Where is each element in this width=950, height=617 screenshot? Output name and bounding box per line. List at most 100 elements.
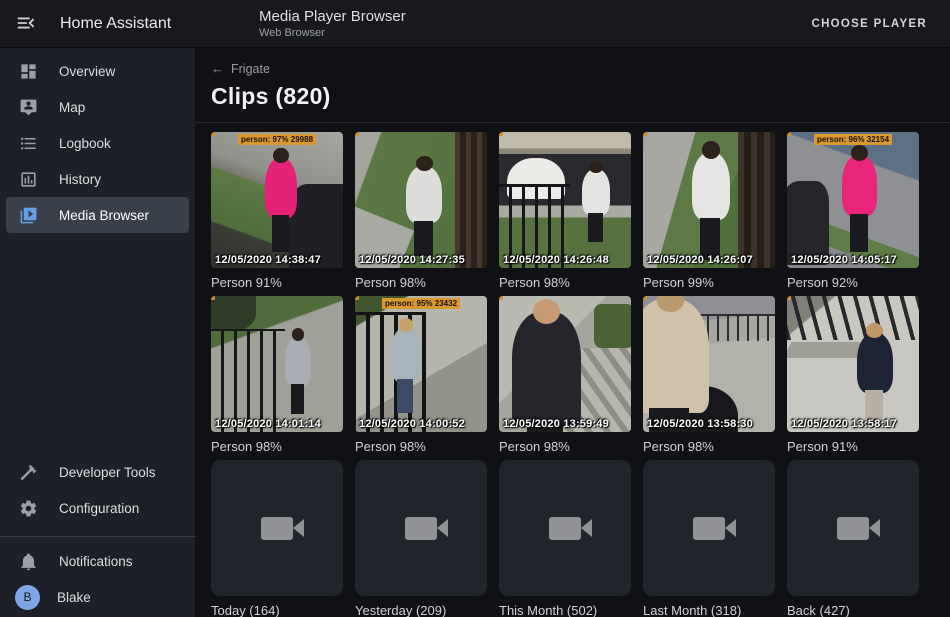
folder-thumbnail — [211, 460, 343, 596]
sidebar-item-profile[interactable]: B Blake — [6, 579, 189, 615]
clip-caption: Person 98% — [499, 275, 631, 290]
clip-caption: Person 92% — [787, 275, 919, 290]
clip-card[interactable]: person: 97% 29988 12/05/2020 14:38:47 Pe… — [211, 132, 343, 290]
sidebar-item-label: Media Browser — [59, 208, 149, 223]
sidebar-item-history[interactable]: History — [6, 161, 189, 197]
clip-thumbnail: person: 95% 23432 12/05/2020 14:00:52 — [355, 296, 487, 432]
sidebar-item-label: Notifications — [59, 554, 133, 569]
clip-scene — [643, 296, 775, 432]
clip-scene — [355, 296, 487, 432]
play-box-multiple-icon — [16, 203, 40, 227]
clip-thumbnail: 12/05/2020 13:59:49 — [499, 296, 631, 432]
page-title: Clips (820) — [211, 83, 934, 110]
clip-scene — [211, 296, 343, 432]
folder-card[interactable]: Back (427) — [787, 460, 919, 617]
hammer-icon — [16, 460, 40, 484]
breadcrumb-back[interactable]: ← Frigate — [211, 61, 270, 76]
back-arrow-icon: ← — [211, 61, 224, 76]
video-camera-icon — [261, 517, 293, 540]
breadcrumb-label: Frigate — [231, 62, 270, 76]
clip-card[interactable]: 12/05/2020 14:01:14 Person 98% — [211, 296, 343, 454]
video-camera-icon — [549, 517, 581, 540]
person-bbox — [499, 296, 503, 300]
person-figure — [406, 166, 442, 223]
folder-label: Yesterday (209) — [355, 603, 487, 617]
person-figure — [692, 152, 730, 220]
list-bulleted-icon — [16, 131, 40, 155]
sidebar-item-label: Logbook — [59, 136, 111, 151]
folder-card[interactable]: Today (164) — [211, 460, 343, 617]
clip-timestamp: 12/05/2020 14:38:47 — [215, 254, 321, 266]
clip-thumbnail: person: 97% 29988 12/05/2020 14:38:47 — [211, 132, 343, 268]
clip-timestamp: 12/05/2020 14:27:35 — [359, 254, 465, 266]
clip-timestamp: 12/05/2020 13:59:49 — [503, 418, 609, 430]
folder-card[interactable]: Last Month (318) — [643, 460, 775, 617]
clip-scene — [355, 132, 487, 268]
chart-box-icon — [16, 167, 40, 191]
clip-thumbnail: 12/05/2020 14:26:07 — [643, 132, 775, 268]
view-dashboard-icon — [16, 59, 40, 83]
choose-player-button[interactable]: CHOOSE PLAYER — [803, 12, 935, 36]
clip-scene — [211, 132, 343, 268]
panel-subtitle: Web Browser — [259, 27, 406, 40]
gear-icon — [16, 496, 40, 520]
sidebar-item-notifications[interactable]: Notifications — [6, 543, 189, 579]
person-figure — [842, 155, 876, 216]
clip-card[interactable]: 12/05/2020 13:58:30 Person 98% — [643, 296, 775, 454]
person-figure — [643, 299, 709, 413]
page-header: Media Player Browser Web Browser — [259, 8, 406, 40]
folder-thumbnail — [643, 460, 775, 596]
panel-title: Media Player Browser — [259, 8, 406, 25]
clip-scene — [499, 296, 631, 432]
bell-icon — [16, 549, 40, 573]
clip-card[interactable]: 12/05/2020 13:58:17 Person 91% — [787, 296, 919, 454]
clip-card[interactable]: 12/05/2020 13:59:49 Person 98% — [499, 296, 631, 454]
media-browser-panel: ← Frigate Clips (820) person: 97% 29988 … — [195, 48, 950, 617]
clip-scene — [643, 132, 775, 268]
sidebar-item-label: Configuration — [59, 501, 139, 516]
person-bbox — [355, 296, 359, 300]
video-camera-icon — [837, 517, 869, 540]
folder-thumbnail — [787, 460, 919, 596]
clip-timestamp: 12/05/2020 13:58:17 — [791, 418, 897, 430]
sidebar-item-logbook[interactable]: Logbook — [6, 125, 189, 161]
person-figure — [391, 327, 421, 381]
sidebar-item-configuration[interactable]: Configuration — [6, 490, 189, 526]
person-figure — [265, 158, 297, 218]
person-figure — [857, 333, 893, 393]
clip-caption: Person 98% — [499, 439, 631, 454]
clip-card[interactable]: 12/05/2020 14:27:35 Person 98% — [355, 132, 487, 290]
detection-chip: person: 95% 23432 — [382, 298, 460, 309]
sidebar-item-developer-tools[interactable]: Developer Tools — [6, 454, 189, 490]
folder-card[interactable]: Yesterday (209) — [355, 460, 487, 617]
menu-open-icon[interactable] — [15, 12, 39, 36]
clip-thumbnail: person: 96% 32154 12/05/2020 14:05:17 — [787, 132, 919, 268]
clip-caption: Person 98% — [355, 275, 487, 290]
clip-timestamp: 12/05/2020 14:05:17 — [791, 254, 897, 266]
folder-label: Today (164) — [211, 603, 343, 617]
folder-label: This Month (502) — [499, 603, 631, 617]
clip-card[interactable]: 12/05/2020 14:26:48 Person 98% — [499, 132, 631, 290]
folder-label: Back (427) — [787, 603, 919, 617]
sidebar-header: Home Assistant — [0, 12, 195, 36]
clip-card[interactable]: 12/05/2020 14:26:07 Person 99% — [643, 132, 775, 290]
sidebar-item-label: Developer Tools — [59, 465, 156, 480]
clip-card[interactable]: person: 95% 23432 12/05/2020 14:00:52 Pe… — [355, 296, 487, 454]
sidebar-item-map[interactable]: Map — [6, 89, 189, 125]
sidebar-item-label: History — [59, 172, 101, 187]
folder-card[interactable]: This Month (502) — [499, 460, 631, 617]
video-camera-icon — [693, 517, 725, 540]
sidebar-item-label: Overview — [59, 64, 115, 79]
sidebar: Overview Map Logbook History Media Brows… — [0, 48, 195, 617]
clip-card[interactable]: person: 96% 32154 12/05/2020 14:05:17 Pe… — [787, 132, 919, 290]
sidebar-item-overview[interactable]: Overview — [6, 53, 189, 89]
clip-caption: Person 98% — [355, 439, 487, 454]
detection-chip: person: 96% 32154 — [814, 134, 892, 145]
person-figure — [582, 169, 610, 215]
clip-thumbnail: 12/05/2020 13:58:17 — [787, 296, 919, 432]
person-bbox — [355, 132, 359, 136]
sidebar-item-media-browser[interactable]: Media Browser — [6, 197, 189, 233]
person-bbox — [211, 296, 215, 300]
clip-caption: Person 91% — [787, 439, 919, 454]
clip-thumbnail: 12/05/2020 14:01:14 — [211, 296, 343, 432]
